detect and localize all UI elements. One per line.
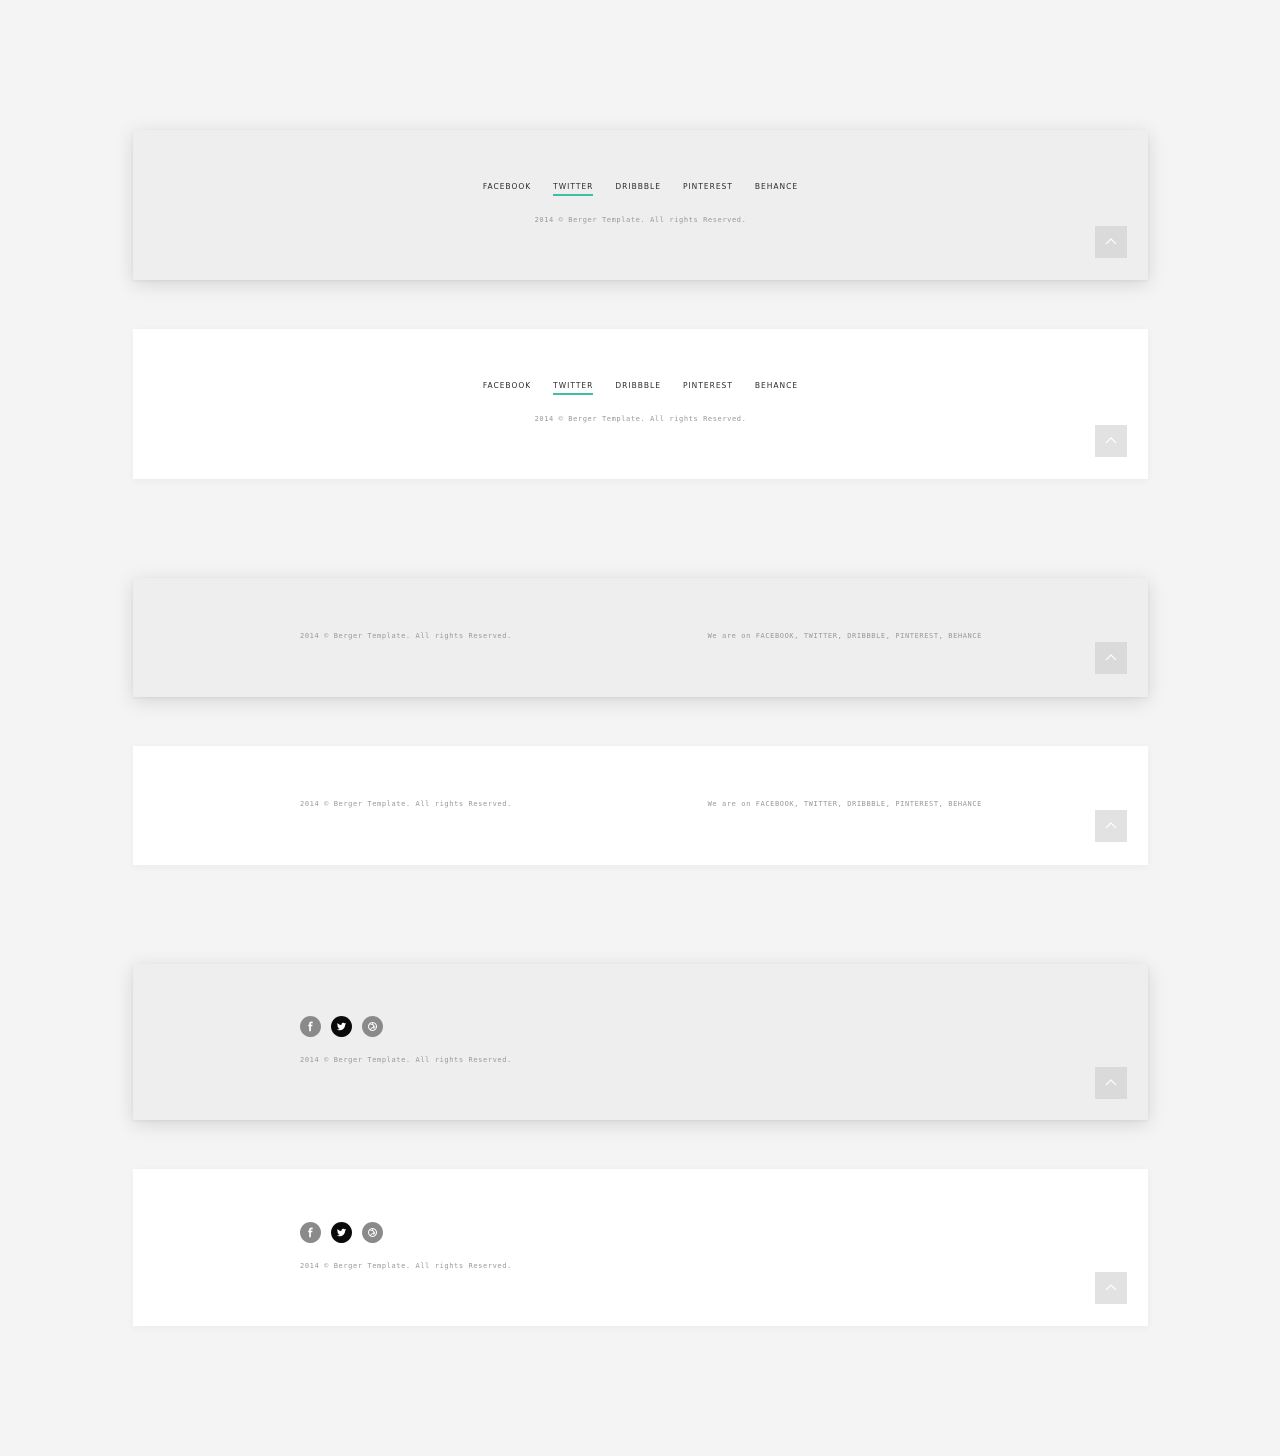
nav-link-twitter[interactable]: TWITTER xyxy=(553,182,594,196)
footer-centered-nav-white: FACEBOOK TWITTER DRIBBBLE PINTEREST BEHA… xyxy=(133,329,1148,479)
chevron-up-icon xyxy=(1105,654,1117,661)
copyright-text: 2014 © Berger Template. All rights Reser… xyxy=(300,632,512,640)
chevron-up-icon xyxy=(1105,822,1117,829)
social-icons xyxy=(300,1016,393,1037)
nav-link-facebook[interactable]: FACEBOOK xyxy=(483,182,531,194)
copyright-text: 2014 © Berger Template. All rights Reser… xyxy=(534,415,747,423)
copyright-text: 2014 © Berger Template. All rights Reser… xyxy=(300,1262,512,1270)
copyright-text: 2014 © Berger Template. All rights Reser… xyxy=(300,1056,512,1064)
footer-two-column-grey: 2014 © Berger Template. All rights Reser… xyxy=(133,578,1148,697)
chevron-up-icon xyxy=(1105,437,1117,444)
footer-two-column-white: 2014 © Berger Template. All rights Reser… xyxy=(133,746,1148,865)
footer-centered-nav-grey: FACEBOOK TWITTER DRIBBBLE PINTEREST BEHA… xyxy=(133,130,1148,280)
footer-social-icons-grey: 2014 © Berger Template. All rights Reser… xyxy=(133,964,1148,1120)
nav-link-dribbble[interactable]: DRIBBBLE xyxy=(615,381,661,393)
back-to-top-button[interactable] xyxy=(1095,642,1127,674)
nav-link-pinterest[interactable]: PINTEREST xyxy=(683,182,733,194)
nav-link-twitter[interactable]: TWITTER xyxy=(553,381,594,395)
chevron-up-icon xyxy=(1105,1284,1117,1291)
social-text: We are on FACEBOOK, TWITTER, DRIBBBLE, P… xyxy=(707,632,982,640)
nav-link-pinterest[interactable]: PINTEREST xyxy=(683,381,733,393)
footer-nav: FACEBOOK TWITTER DRIBBBLE PINTEREST BEHA… xyxy=(133,182,1148,196)
facebook-icon[interactable] xyxy=(300,1016,321,1037)
social-icons xyxy=(300,1222,393,1243)
social-text: We are on FACEBOOK, TWITTER, DRIBBBLE, P… xyxy=(707,800,982,808)
nav-link-facebook[interactable]: FACEBOOK xyxy=(483,381,531,393)
copyright-text: 2014 © Berger Template. All rights Reser… xyxy=(300,800,512,808)
back-to-top-button[interactable] xyxy=(1095,1272,1127,1304)
back-to-top-button[interactable] xyxy=(1095,226,1127,258)
facebook-icon[interactable] xyxy=(300,1222,321,1243)
nav-link-behance[interactable]: BEHANCE xyxy=(755,381,798,393)
twitter-icon[interactable] xyxy=(331,1222,352,1243)
back-to-top-button[interactable] xyxy=(1095,1067,1127,1099)
footer-nav: FACEBOOK TWITTER DRIBBBLE PINTEREST BEHA… xyxy=(133,381,1148,395)
twitter-icon[interactable] xyxy=(331,1016,352,1037)
dribbble-icon[interactable] xyxy=(362,1016,383,1037)
footer-social-icons-white: 2014 © Berger Template. All rights Reser… xyxy=(133,1169,1148,1326)
copyright-text: 2014 © Berger Template. All rights Reser… xyxy=(534,216,747,224)
nav-link-dribbble[interactable]: DRIBBBLE xyxy=(615,182,661,194)
chevron-up-icon xyxy=(1105,1079,1117,1086)
chevron-up-icon xyxy=(1105,238,1117,245)
back-to-top-button[interactable] xyxy=(1095,425,1127,457)
back-to-top-button[interactable] xyxy=(1095,810,1127,842)
nav-link-behance[interactable]: BEHANCE xyxy=(755,182,798,194)
dribbble-icon[interactable] xyxy=(362,1222,383,1243)
